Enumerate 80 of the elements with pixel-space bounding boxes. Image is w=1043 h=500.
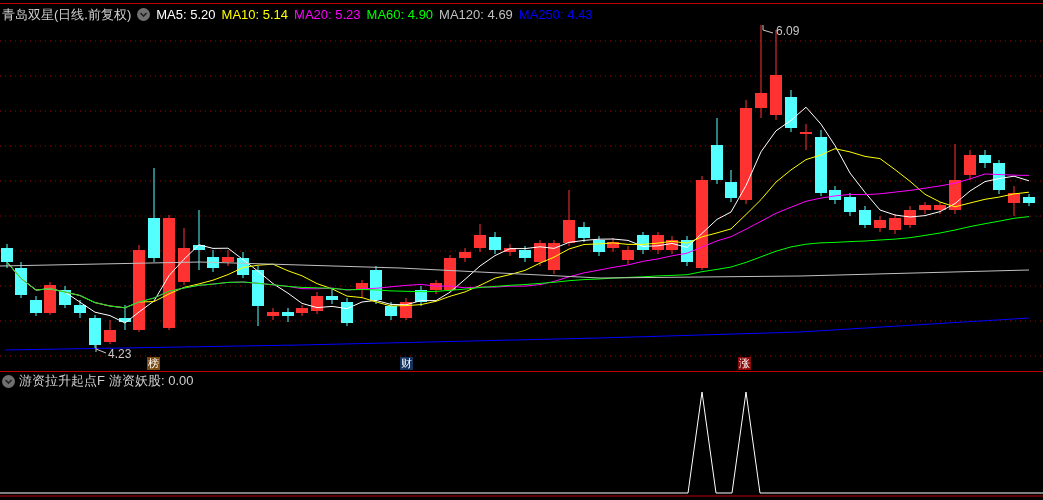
candlestick: [489, 231, 501, 255]
candlestick: [934, 201, 946, 215]
candlestick: [44, 281, 56, 316]
candlestick: [15, 261, 27, 299]
moving-average-legend: MA120: 4.69: [439, 4, 513, 25]
candlestick: [430, 279, 442, 295]
candlestick: [1023, 193, 1035, 207]
moving-average-legend: MA5: 5.20: [156, 4, 216, 25]
candlestick: [829, 185, 841, 205]
dropdown-icon[interactable]: [137, 8, 151, 21]
indicator-reading: 游资妖股: 0.00: [108, 372, 194, 391]
candlestick: [874, 215, 886, 233]
candlestick: [652, 231, 664, 255]
candlestick: [637, 231, 649, 255]
candlestick: [415, 285, 427, 307]
candlestick: [296, 304, 308, 317]
high-price-label: 6.09: [776, 25, 800, 38]
candlestick: [815, 129, 827, 197]
candlestick: [666, 235, 678, 255]
candlestick: [993, 159, 1005, 195]
moving-average-legend: MA250: 4.43: [518, 4, 593, 25]
candlestick: [785, 89, 797, 133]
candlestick: [237, 251, 249, 279]
candlestick: [1008, 185, 1020, 217]
candlestick: [104, 319, 116, 345]
candlestick: [919, 201, 931, 215]
candlestick: [474, 223, 486, 253]
candlestick: [681, 235, 693, 267]
candlestick: [326, 287, 338, 305]
candlestick: [607, 237, 619, 253]
moving-average-legend: MA10: 5.14: [221, 4, 289, 25]
candlestick: [519, 245, 531, 263]
candlestick: [178, 227, 190, 286]
candlestick: [459, 247, 471, 263]
candlestick: [400, 297, 412, 321]
candlestick: [548, 239, 560, 275]
dropdown-icon[interactable]: [2, 374, 15, 388]
candlestick: [282, 307, 294, 323]
candlestick: [504, 243, 516, 257]
candlestick: [711, 117, 723, 185]
candlestick: [252, 265, 264, 327]
candlestick: [563, 189, 575, 247]
candlestick: [578, 221, 590, 243]
candlestick: [193, 209, 205, 271]
chart-title: 青岛双星(日线.前复权): [2, 5, 132, 24]
high-pointer-icon: [762, 25, 774, 34]
low-price-label: 4.23: [108, 347, 132, 361]
candlestick: [844, 192, 856, 217]
candlestick: [859, 205, 871, 229]
signal-tag: 榜: [147, 357, 160, 370]
signal-tag: 财: [400, 357, 413, 370]
candlestick: [593, 235, 605, 257]
candlestick: [904, 205, 916, 229]
candlestick: [30, 295, 42, 317]
candlestick: [949, 143, 961, 215]
candlestick: [356, 279, 368, 299]
moving-average-legend: MA20: 5.23: [294, 4, 361, 25]
candlestick: [74, 299, 86, 319]
indicator-title: 游资拉升起点F: [19, 372, 105, 391]
candlestick: [370, 265, 382, 305]
candlestick: [89, 314, 101, 349]
candlestick: [889, 213, 901, 235]
candlestick: [207, 249, 219, 273]
candlestick: [341, 297, 353, 327]
candlestick: [1, 243, 13, 269]
candlestick: [311, 291, 323, 315]
candlestick: [534, 239, 546, 267]
moving-average-legend: MA60: 4.90: [366, 4, 434, 25]
low-pointer-icon: [95, 343, 107, 354]
candlestick: [800, 123, 812, 151]
candlestick: [267, 307, 279, 321]
candlestick: [622, 245, 634, 265]
candlestick: [385, 301, 397, 321]
candlestick: [964, 149, 976, 181]
candlestick: [119, 304, 131, 331]
candlestick: [725, 169, 737, 203]
candlestick: [59, 285, 71, 309]
candlestick: [222, 249, 234, 267]
candlestick: [979, 149, 991, 169]
signal-tag: 涨: [738, 357, 751, 370]
